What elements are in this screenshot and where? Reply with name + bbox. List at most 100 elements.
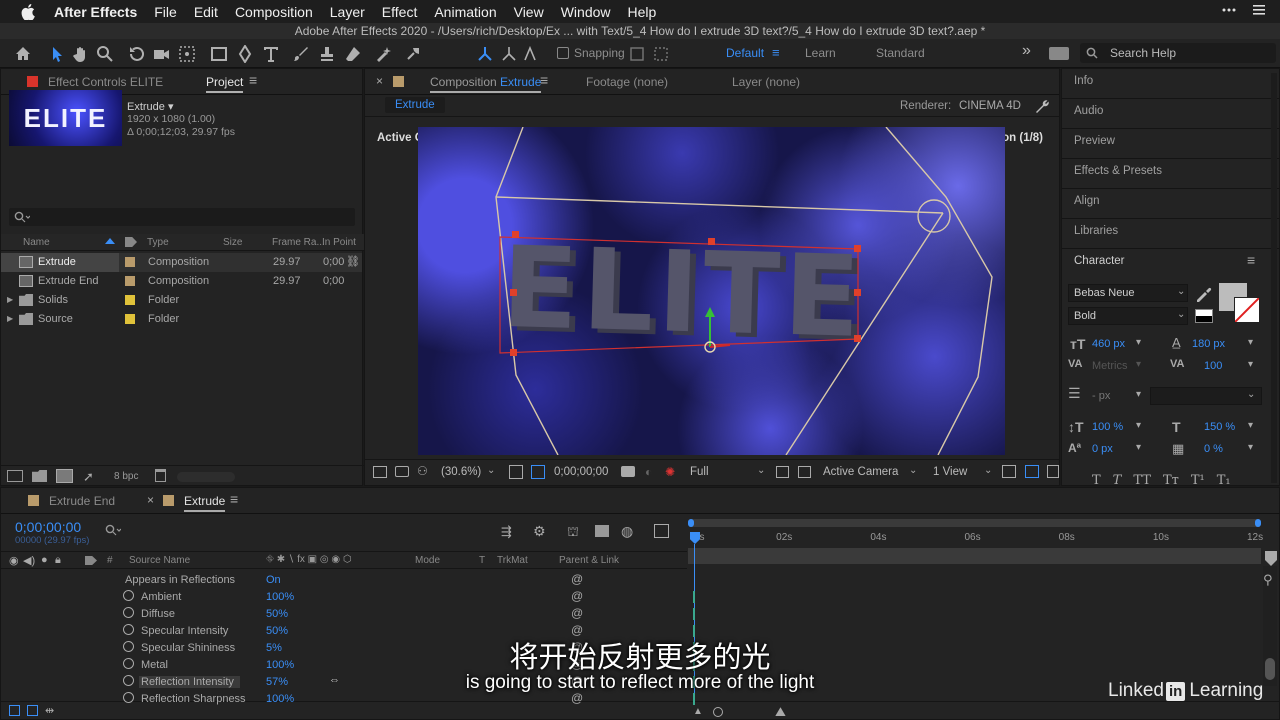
timeline-lock-icon[interactable]: ⚲ — [1263, 572, 1273, 588]
toggle-3d-view-icon[interactable] — [1002, 465, 1016, 478]
close-tab-icon[interactable]: × — [376, 74, 383, 88]
all-caps-button[interactable]: TT — [1133, 473, 1151, 488]
label-tag-icon[interactable] — [85, 556, 97, 565]
monitor-icon[interactable] — [395, 466, 409, 477]
render-queue-icon[interactable]: ➚ — [83, 469, 94, 485]
pen-tool-icon[interactable] — [236, 44, 254, 64]
roto-brush-tool-icon[interactable] — [374, 45, 392, 63]
expression-pickwhip-icon[interactable]: @ — [571, 606, 583, 620]
tracking-value[interactable]: 100 — [1204, 360, 1222, 372]
property-value[interactable]: 50% — [266, 608, 288, 620]
comp-mini-flowchart-icon[interactable]: ⇶ — [501, 524, 512, 540]
kerning-dropdown-icon[interactable]: ▾ — [1136, 359, 1141, 370]
tab-composition[interactable]: Composition Extrude — [430, 75, 542, 93]
menu-animation[interactable]: Animation — [434, 4, 496, 20]
panel-effects-presets[interactable]: Effects & Presets — [1074, 165, 1162, 177]
puppet-tool-icon[interactable] — [404, 45, 422, 63]
graph-editor-icon[interactable] — [654, 524, 669, 538]
orbit-tool-icon[interactable] — [128, 45, 146, 63]
resolution-select[interactable]: Full — [690, 466, 709, 478]
panel-menu-icon[interactable]: ≡ — [1247, 252, 1255, 268]
expand-arrow-icon[interactable]: ▶ — [7, 295, 13, 304]
menu-effect[interactable]: Effect — [382, 4, 418, 20]
mask-visibility-icon[interactable]: ⚇ — [417, 464, 428, 478]
parent-link-header[interactable]: Parent & Link — [559, 555, 619, 566]
channel-icon[interactable]: ✺ — [665, 465, 675, 479]
pan-behind-tool-icon[interactable] — [178, 45, 196, 63]
local-axis-icon[interactable] — [476, 45, 494, 63]
baseline-shift-value[interactable]: 0 px — [1092, 443, 1113, 455]
project-item[interactable]: ▶ Source Folder — [1, 310, 362, 329]
panel-info[interactable]: Info — [1074, 75, 1093, 87]
audio-switch-icon[interactable]: ◀) — [23, 554, 35, 567]
new-folder-icon[interactable] — [32, 470, 47, 482]
tab-project[interactable]: Project — [206, 75, 244, 93]
solo-switch-icon[interactable]: ● — [41, 554, 48, 566]
video-switch-icon[interactable]: ◉ — [9, 554, 19, 567]
tsume-dropdown-icon[interactable]: ▾ — [1248, 442, 1253, 453]
time-ruler[interactable]: 0s02s04s06s08s10s12s — [688, 528, 1263, 548]
frame-blending-icon[interactable] — [595, 525, 609, 537]
label-color-swatch[interactable] — [125, 257, 135, 267]
transparency-grid-icon[interactable] — [798, 466, 811, 478]
motion-blur-icon[interactable]: ◍ — [621, 523, 633, 540]
baseline-shift-dropdown-icon[interactable]: ▾ — [1136, 442, 1141, 453]
snapshot-icon[interactable] — [621, 466, 635, 477]
keyboard-shortcuts-icon[interactable] — [1049, 47, 1069, 60]
timeline-zoom-slider[interactable] — [713, 707, 723, 717]
stopwatch-icon[interactable] — [123, 607, 134, 618]
brush-tool-icon[interactable] — [292, 45, 310, 63]
interpret-footage-icon[interactable] — [7, 470, 23, 482]
font-size-value[interactable]: 460 px — [1092, 338, 1125, 350]
subscript-button[interactable]: T₁ — [1217, 473, 1231, 488]
bpc-toggle[interactable]: 8 bpc — [114, 471, 138, 482]
font-size-dropdown-icon[interactable]: ▾ — [1136, 337, 1141, 348]
thumbnail-slider[interactable] — [177, 472, 235, 482]
font-family-select[interactable]: Bebas Neue ⌄ — [1068, 284, 1188, 302]
expand-arrow-icon[interactable]: ▶ — [7, 314, 13, 323]
menu-composition[interactable]: Composition — [235, 4, 313, 20]
view-layout-dropdown-icon[interactable]: ⌄ — [984, 465, 992, 476]
rectangle-tool-icon[interactable] — [210, 45, 228, 63]
comp-end-marker[interactable] — [1265, 551, 1277, 566]
keyframe-marker[interactable] — [693, 608, 695, 620]
tab-extrude[interactable]: Extrude — [184, 494, 226, 512]
show-snapshot-icon[interactable]: ◐ — [645, 465, 652, 479]
breadcrumb-extrude[interactable]: Extrude — [385, 97, 445, 113]
project-item[interactable]: Extrude End Composition 29.97 0;00 — [1, 272, 362, 291]
wrench-icon[interactable] — [1034, 98, 1050, 114]
swap-colors-icon[interactable] — [1195, 309, 1213, 323]
panel-align[interactable]: Align — [1074, 195, 1100, 207]
panel-menu-icon[interactable]: ≡ — [540, 72, 548, 88]
timeline-timecode[interactable]: 0;00;00;00 — [15, 519, 81, 535]
workspace-standard[interactable]: Standard — [876, 46, 925, 60]
timeline-property-row[interactable]: Diffuse 50% @ — [1, 606, 687, 623]
stroke-width-dropdown-icon[interactable]: ▾ — [1136, 389, 1141, 400]
keyframe-marker[interactable] — [693, 591, 695, 603]
tab-extrude-end[interactable]: Extrude End — [49, 494, 115, 508]
leading-dropdown-icon[interactable]: ▾ — [1248, 337, 1253, 348]
menu-help[interactable]: Help — [628, 4, 657, 20]
snapping-checkbox[interactable] — [557, 47, 569, 59]
search-help-box[interactable]: Search Help — [1080, 43, 1276, 63]
col-name[interactable]: Name — [23, 237, 50, 248]
eraser-tool-icon[interactable] — [344, 45, 362, 63]
tab-effect-controls[interactable]: Effect Controls ELITE — [48, 75, 163, 89]
timeline-search-input[interactable] — [105, 524, 265, 540]
workspace-default[interactable]: Default — [726, 46, 764, 60]
delete-icon[interactable] — [155, 469, 166, 482]
reset-exposure-icon[interactable] — [1025, 465, 1039, 478]
label-color-swatch[interactable] — [125, 295, 135, 305]
col-in-point[interactable]: In Point — [322, 237, 356, 248]
zoom-select[interactable]: (30.6%) — [441, 466, 481, 478]
vertical-scale-value[interactable]: 100 % — [1092, 421, 1123, 433]
control-strip-icon[interactable] — [1222, 3, 1236, 20]
lock-switch-icon[interactable]: 🔒︎ — [55, 554, 61, 567]
zoom-in-icon[interactable]: ⛰ — [775, 704, 786, 720]
panel-character[interactable]: Character — [1074, 255, 1125, 267]
zoom-dropdown-icon[interactable]: ⌄ — [487, 465, 495, 476]
col-size[interactable]: Size — [223, 237, 242, 248]
region-of-interest-icon[interactable] — [531, 465, 545, 479]
project-item[interactable]: ▶ Solids Folder — [1, 291, 362, 310]
selection-tool-icon[interactable] — [48, 45, 66, 63]
